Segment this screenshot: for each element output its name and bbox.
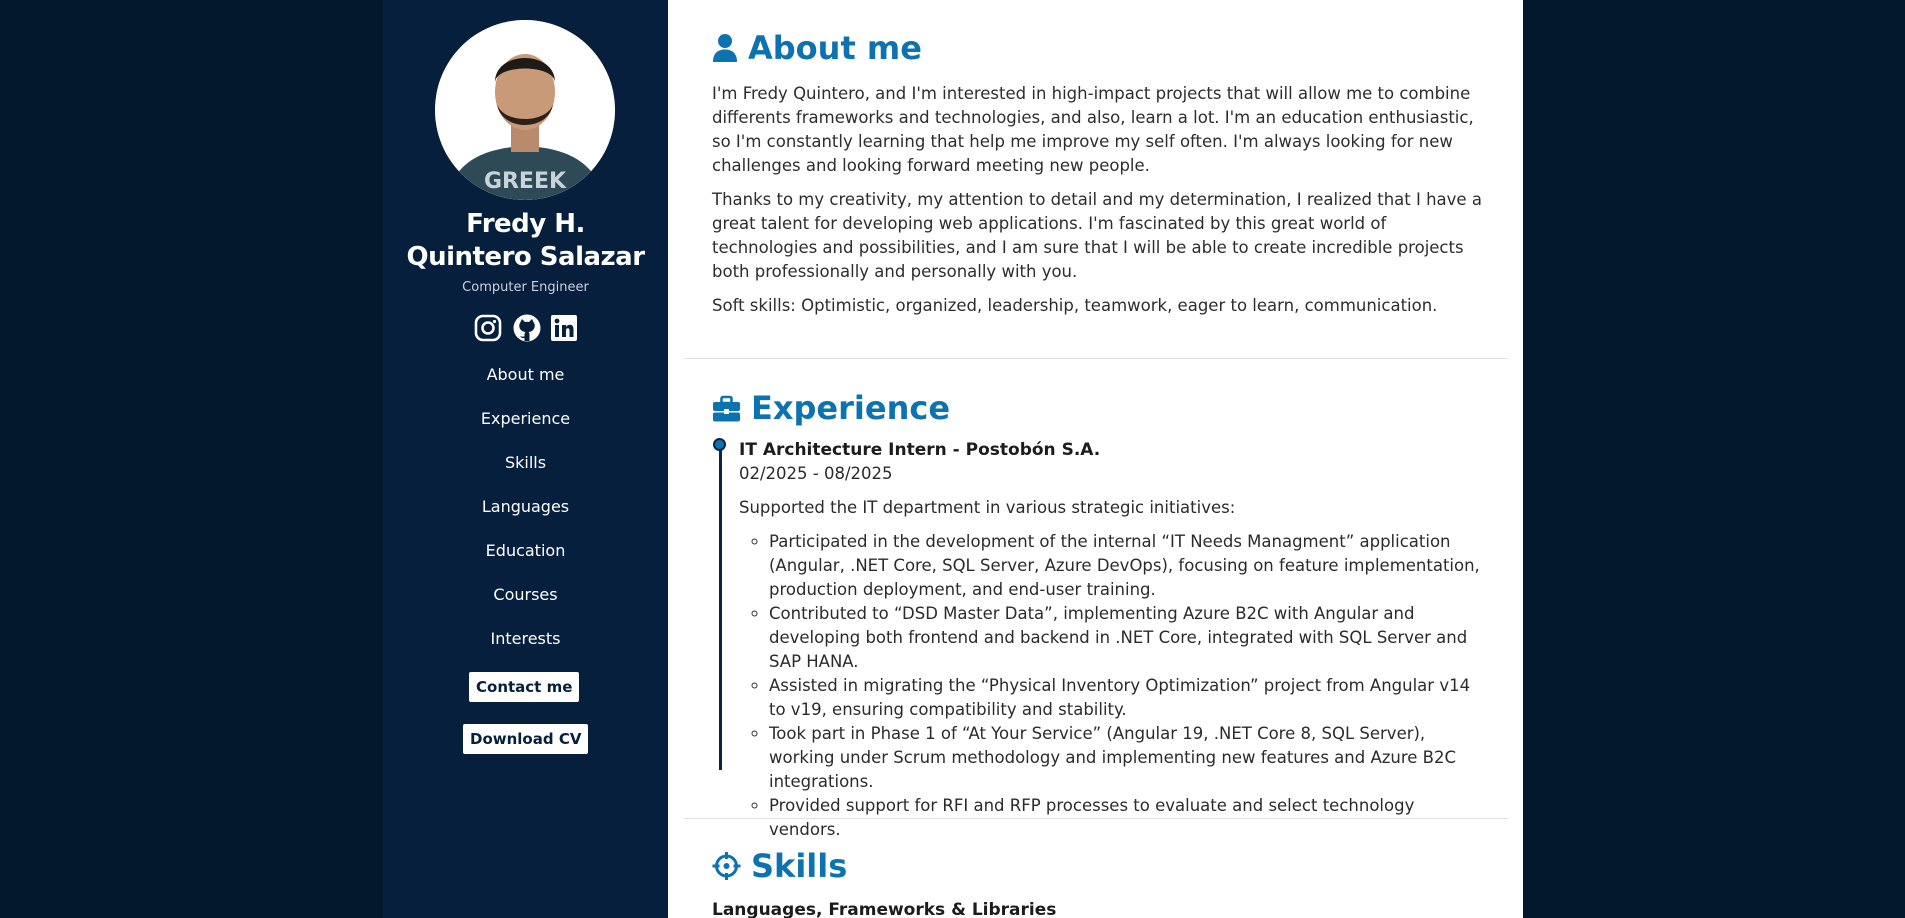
- profile-name-line1: Fredy H.: [466, 209, 585, 239]
- job-bullets: Participated in the development of the i…: [739, 530, 1482, 842]
- skills-section: Skills Languages, Frameworks & Libraries: [712, 846, 1482, 918]
- section-divider: [684, 358, 1508, 359]
- experience-section: Experience IT Architecture Intern - Post…: [712, 388, 1482, 842]
- skills-heading: Skills: [712, 846, 1482, 886]
- user-icon: [712, 33, 738, 63]
- nav-item-skills[interactable]: Skills: [383, 450, 668, 494]
- linkedin-icon[interactable]: [550, 313, 578, 343]
- timeline-dot: [713, 438, 726, 451]
- job-bullet: Took part in Phase 1 of “At Your Service…: [769, 722, 1482, 794]
- about-paragraph-3: Soft skills: Optimistic, organized, lead…: [712, 296, 1438, 315]
- nav-item-experience[interactable]: Experience: [383, 406, 668, 450]
- crosshair-icon: [712, 851, 741, 881]
- job-dates: 02/2025 - 08/2025: [739, 464, 893, 483]
- about-section: About me I'm Fredy Quintero, and I'm int…: [712, 28, 1482, 328]
- about-paragraph-2: Thanks to my creativity, my attention to…: [712, 190, 1482, 281]
- skills-subheading: Languages, Frameworks & Libraries: [712, 900, 1057, 918]
- avatar: GREEK: [435, 20, 615, 200]
- nav-item-courses[interactable]: Courses: [383, 582, 668, 626]
- download-cv-button[interactable]: Download CV: [463, 724, 589, 754]
- instagram-icon[interactable]: [474, 313, 502, 343]
- nav-item-languages[interactable]: Languages: [383, 494, 668, 538]
- sidebar-nav: About me Experience Skills Languages Edu…: [383, 362, 668, 670]
- about-paragraph-1: I'm Fredy Quintero, and I'm interested i…: [712, 84, 1474, 175]
- job-summary: Supported the IT department in various s…: [739, 498, 1236, 517]
- profile-name-line2: Quintero Salazar: [406, 242, 645, 272]
- about-heading: About me: [712, 28, 1482, 68]
- nav-item-about[interactable]: About me: [383, 362, 668, 406]
- job-bullet: Assisted in migrating the “Physical Inve…: [769, 674, 1482, 722]
- skills-title: Skills: [751, 847, 848, 885]
- briefcase-icon: [712, 393, 741, 423]
- profile-name: Fredy H. Quintero Salazar: [383, 208, 668, 274]
- job-bullet: Participated in the development of the i…: [769, 530, 1482, 602]
- about-text: I'm Fredy Quintero, and I'm interested i…: [712, 82, 1482, 318]
- contact-button[interactable]: Contact me: [469, 672, 580, 702]
- nav-item-education[interactable]: Education: [383, 538, 668, 582]
- social-links: [383, 313, 668, 343]
- experience-title: Experience: [751, 389, 951, 427]
- about-title: About me: [748, 29, 922, 67]
- section-divider: [684, 818, 1508, 819]
- profile-role: Computer Engineer: [462, 280, 589, 295]
- page: GREEK Fredy H. Quintero Salazar Computer…: [0, 0, 1905, 918]
- timeline-line: [719, 442, 722, 770]
- nav-item-interests[interactable]: Interests: [383, 626, 668, 670]
- svg-text:GREEK: GREEK: [484, 169, 567, 194]
- main-content: About me I'm Fredy Quintero, and I'm int…: [668, 0, 1523, 918]
- job-title: IT Architecture Intern - Postobón S.A.: [739, 440, 1101, 460]
- experience-timeline: IT Architecture Intern - Postobón S.A. 0…: [712, 438, 1482, 842]
- sidebar: GREEK Fredy H. Quintero Salazar Computer…: [383, 0, 668, 918]
- job-bullet: Contributed to “DSD Master Data”, implem…: [769, 602, 1482, 674]
- experience-heading: Experience: [712, 388, 1482, 428]
- github-icon[interactable]: [512, 313, 540, 343]
